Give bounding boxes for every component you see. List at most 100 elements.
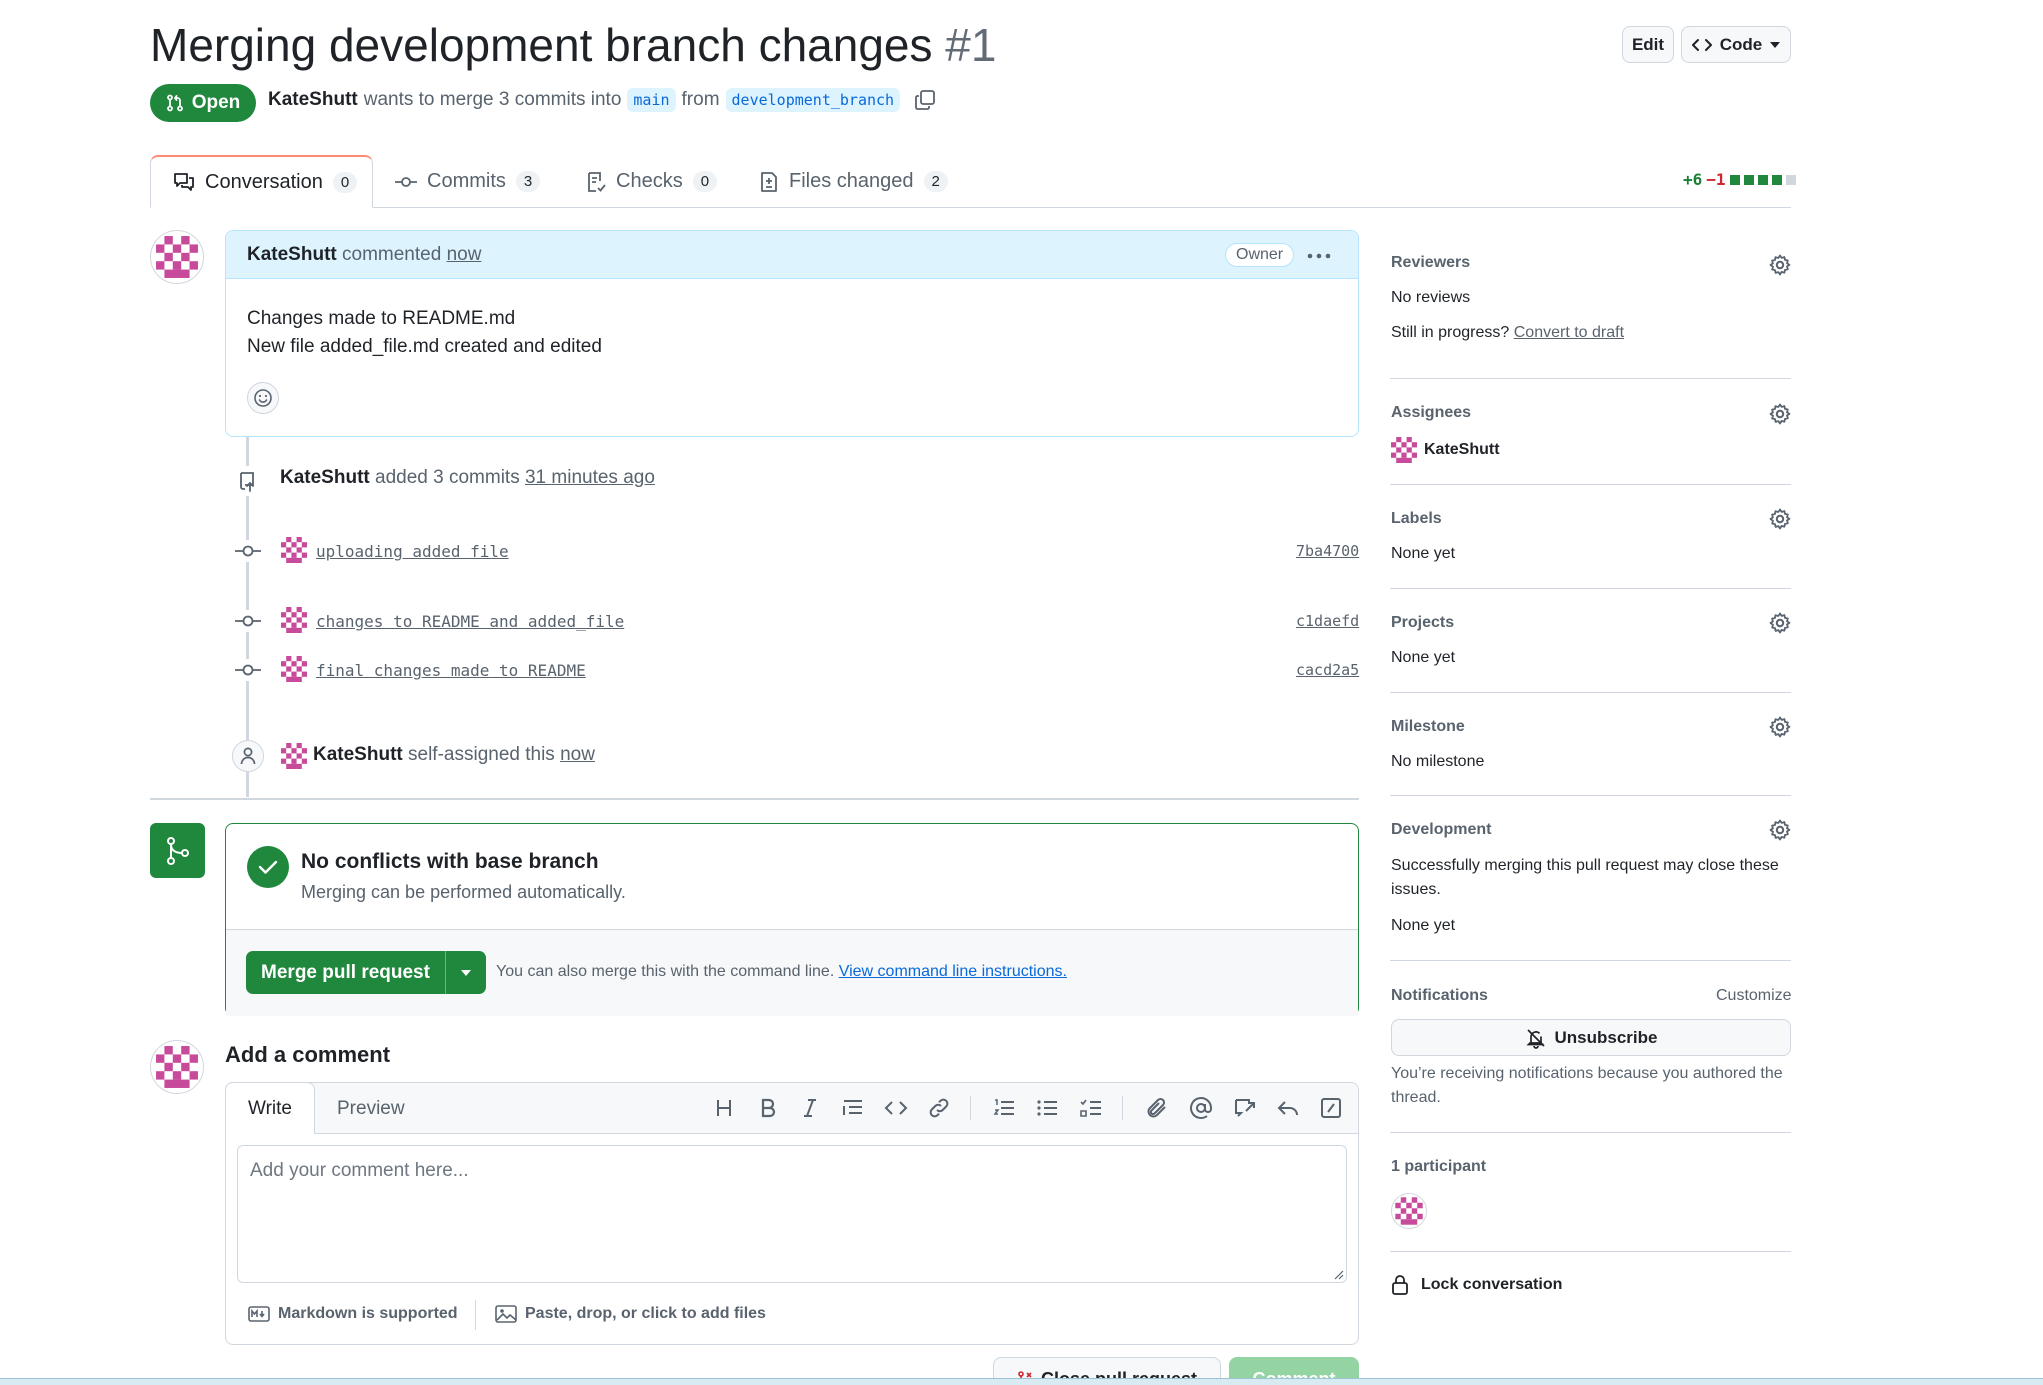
labels-heading[interactable]: Labels (1391, 510, 1442, 528)
gear-icon[interactable] (1768, 715, 1791, 738)
event-author[interactable]: KateShutt (280, 467, 370, 488)
copy-icon[interactable] (914, 89, 936, 111)
comment-time[interactable]: now (447, 244, 482, 265)
milestone-heading[interactable]: Milestone (1391, 718, 1465, 736)
code-button[interactable]: Code (1681, 26, 1791, 63)
avatar[interactable] (1391, 1193, 1427, 1229)
head-branch[interactable]: development_branch (725, 88, 901, 112)
gear-icon[interactable] (1768, 402, 1791, 425)
merge-text: wants to merge 3 commits into (363, 89, 622, 110)
add-reaction-button[interactable] (247, 382, 279, 414)
tab-commits-label: Commits (427, 170, 506, 192)
heading-icon[interactable] (712, 1096, 736, 1120)
event-author[interactable]: KateShutt (313, 744, 403, 765)
comment-placeholder: Add your comment here... (250, 1160, 469, 1181)
avatar[interactable] (281, 743, 307, 769)
commit-message-link[interactable]: final changes made to README (316, 661, 586, 680)
edit-button[interactable]: Edit (1622, 26, 1674, 63)
avatar[interactable] (281, 607, 307, 633)
tab-checks-label: Checks (616, 170, 683, 192)
italic-icon[interactable] (798, 1096, 822, 1120)
avatar[interactable] (150, 1040, 204, 1094)
avatar[interactable] (281, 537, 307, 563)
comment-author[interactable]: KateShutt (247, 244, 337, 265)
ordered-list-icon[interactable] (992, 1096, 1016, 1120)
gear-icon[interactable] (1768, 507, 1791, 530)
gear-icon[interactable] (1768, 253, 1791, 276)
link-icon[interactable] (927, 1096, 951, 1120)
bell-slash-icon (1525, 1027, 1547, 1049)
sidebar-divider (1390, 484, 1791, 485)
base-branch[interactable]: main (627, 88, 676, 112)
tab-checks[interactable]: Checks 0 (564, 155, 739, 208)
commit-icon (233, 659, 263, 681)
pr-title-text: Merging development branch changes (150, 19, 933, 71)
event-text: self-assigned this (408, 744, 555, 765)
caret-down-icon (1770, 41, 1781, 48)
commit-sha-link[interactable]: cacd2a5 (1296, 661, 1359, 679)
add-comment-heading: Add a comment (225, 1042, 391, 1067)
notifications-text: You’re receiving notifications because y… (1391, 1065, 1783, 1106)
sidebar-divider (1390, 1251, 1791, 1252)
author-link[interactable]: KateShutt (268, 89, 358, 111)
quote-icon[interactable] (841, 1096, 865, 1120)
merge-options-caret-icon[interactable] (445, 951, 486, 994)
mention-icon[interactable] (1189, 1096, 1213, 1120)
kebab-icon[interactable] (1306, 246, 1332, 266)
lock-conversation[interactable]: Lock conversation (1391, 1274, 1562, 1296)
development-heading[interactable]: Development (1391, 821, 1491, 839)
comment-verb: commented (342, 244, 442, 265)
unsubscribe-button[interactable]: Unsubscribe (1391, 1019, 1791, 1056)
checklist-icon (586, 171, 606, 193)
command-line-instructions-link[interactable]: View command line instructions. (839, 963, 1067, 980)
avatar[interactable] (1391, 437, 1417, 463)
diffstat-block (1771, 174, 1782, 185)
pr-number: #1 (945, 19, 997, 71)
commit-icon (233, 540, 263, 562)
merge-pull-request-button[interactable]: Merge pull request (246, 951, 486, 994)
commit-sha-link[interactable]: 7ba4700 (1296, 542, 1359, 560)
attach-files[interactable]: Paste, drop, or click to add files (495, 1305, 766, 1323)
assignees-heading[interactable]: Assignees (1391, 404, 1471, 422)
smiley-icon (253, 388, 273, 408)
slash-command-icon[interactable] (1319, 1096, 1343, 1120)
tab-commits[interactable]: Commits 3 (373, 155, 562, 208)
event-time[interactable]: 31 minutes ago (525, 467, 655, 488)
customize-link[interactable]: Customize (1716, 987, 1792, 1005)
avatar[interactable] (150, 230, 204, 284)
reply-icon[interactable] (1276, 1096, 1300, 1120)
tab-conversation-count: 0 (332, 171, 358, 193)
resize-handle-icon[interactable] (1332, 1268, 1344, 1280)
commit-sha-link[interactable]: c1daefd (1296, 612, 1359, 630)
cross-reference-icon[interactable] (1233, 1096, 1257, 1120)
commit-message-link[interactable]: uploading added file (316, 542, 509, 561)
unsubscribe-label: Unsubscribe (1554, 1027, 1658, 1047)
sidebar-divider (1390, 1132, 1791, 1133)
code-icon[interactable] (884, 1096, 908, 1120)
bold-icon[interactable] (756, 1096, 780, 1120)
tab-write[interactable]: Write (225, 1082, 315, 1134)
markdown-note[interactable]: Markdown is supported (248, 1305, 458, 1323)
commit-message-link[interactable]: changes to README and added_file (316, 612, 624, 631)
tab-preview[interactable]: Preview (337, 1098, 405, 1120)
gear-icon[interactable] (1768, 818, 1791, 841)
commit-icon (395, 175, 417, 189)
paperclip-icon[interactable] (1145, 1096, 1169, 1120)
comment-textarea[interactable]: Add your comment here... (237, 1145, 1347, 1283)
projects-heading[interactable]: Projects (1391, 614, 1454, 632)
avatar[interactable] (281, 656, 307, 682)
markdown-icon (248, 1306, 270, 1322)
footer-divider (475, 1300, 476, 1330)
gear-icon[interactable] (1768, 611, 1791, 634)
reviewers-heading[interactable]: Reviewers (1391, 254, 1470, 272)
comment-meta: KateShutt commented now (247, 244, 481, 266)
assignee-name[interactable]: KateShutt (1424, 441, 1500, 459)
tab-files-changed[interactable]: Files changed 2 (737, 155, 970, 208)
unordered-list-icon[interactable] (1035, 1096, 1059, 1120)
tab-conversation-label: Conversation (205, 170, 323, 193)
task-list-icon[interactable] (1079, 1096, 1103, 1120)
tab-conversation[interactable]: Conversation 0 (150, 155, 373, 208)
tab-files-changed-count: 2 (923, 171, 948, 192)
event-time[interactable]: now (560, 744, 595, 765)
convert-to-draft-link[interactable]: Convert to draft (1514, 324, 1624, 341)
